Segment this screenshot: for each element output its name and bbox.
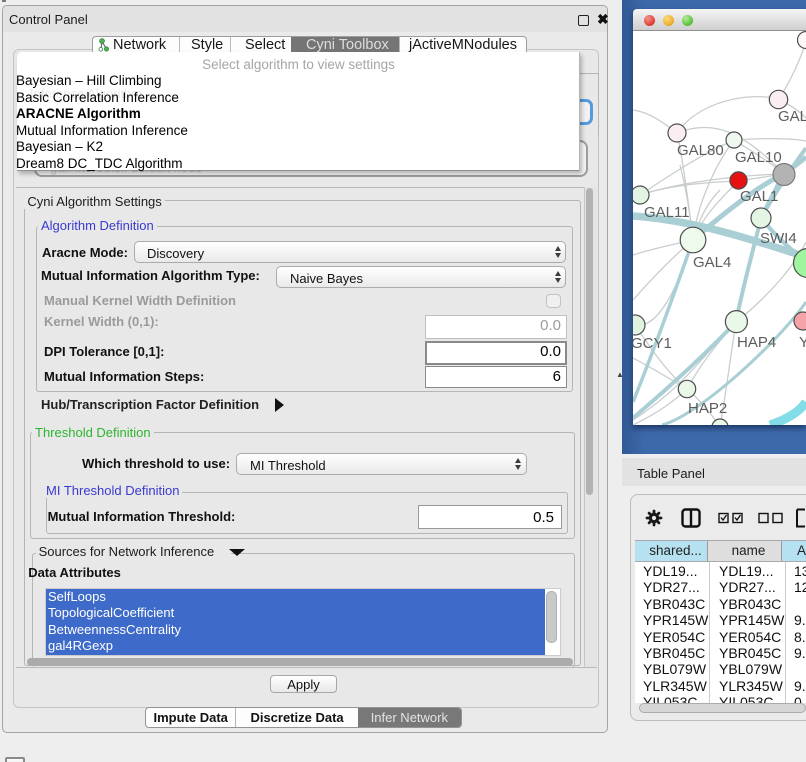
svg-text:GAL80: GAL80 — [677, 142, 724, 159]
svg-text:GAL10: GAL10 — [735, 149, 782, 166]
svg-text:GAL1: GAL1 — [740, 188, 778, 205]
svg-text:HAP2: HAP2 — [688, 400, 727, 417]
svg-text:GCY1: GCY1 — [633, 335, 672, 352]
svg-text:GAL11: GAL11 — [644, 204, 690, 221]
svg-text:SWI4: SWI4 — [760, 230, 797, 247]
svg-text:GAL4: GAL4 — [693, 254, 731, 271]
svg-text:Y: Y — [799, 334, 806, 351]
svg-text:GAL7: GAL7 — [778, 108, 806, 125]
svg-text:HAP4: HAP4 — [737, 334, 776, 351]
